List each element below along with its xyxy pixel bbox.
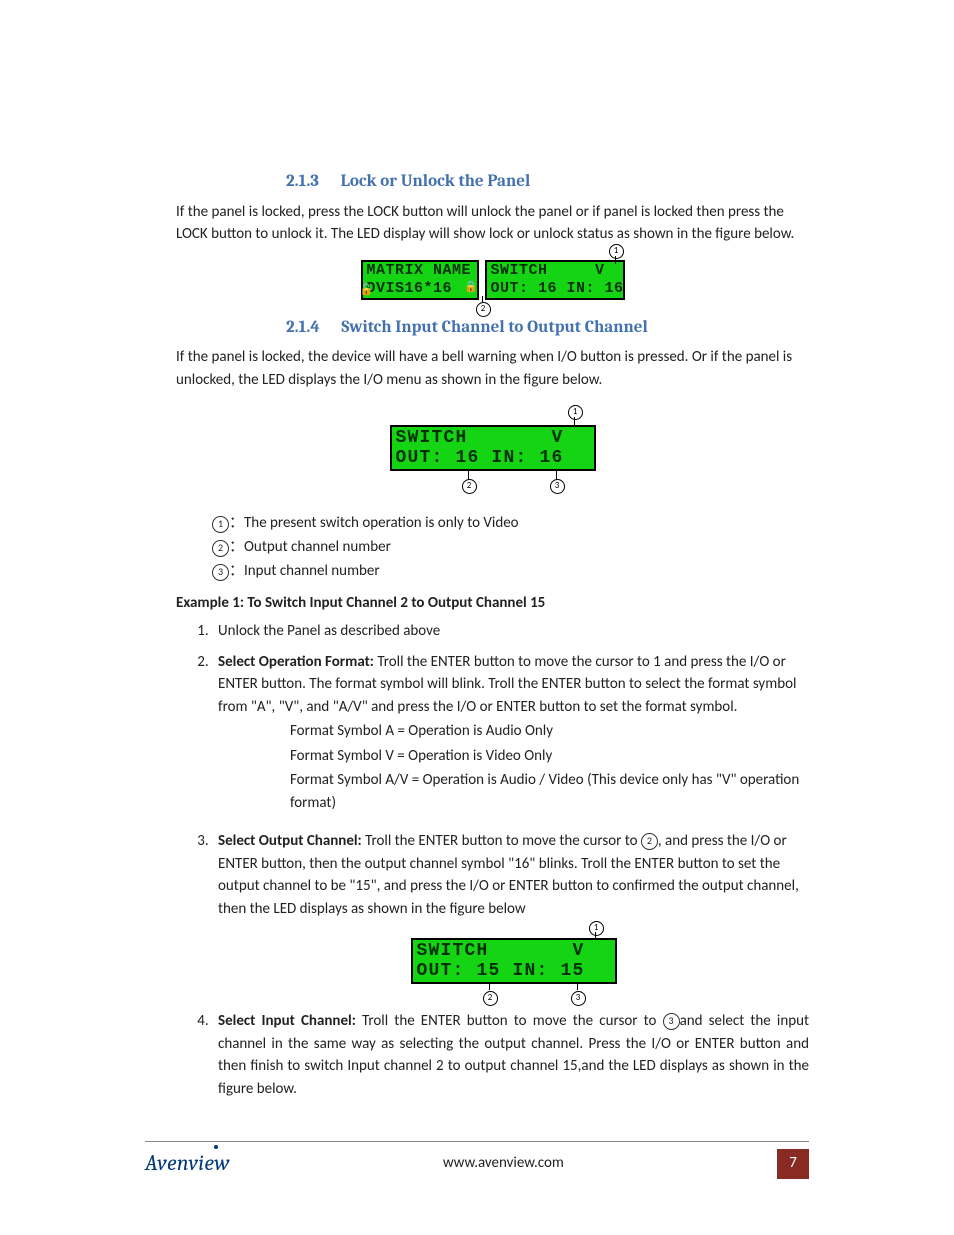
step-3-label: Select Output Channel: bbox=[218, 832, 362, 850]
step-4-label: Select Input Channel: bbox=[218, 1012, 356, 1030]
lcd-switch-big: SWITCH V OUT: 16 IN: 16 bbox=[390, 425, 596, 471]
lcd-matrix: MATRIX NAME DVIS16*16 🔒 🔓 bbox=[361, 260, 479, 300]
heading-213-num: 2.1.3 bbox=[286, 172, 319, 191]
heading-213-title: Lock or Unlock the Panel bbox=[341, 172, 531, 191]
legend-1: 1：The present switch operation is only t… bbox=[212, 513, 809, 535]
steps-list: Unlock the Panel as described above Sele… bbox=[212, 620, 809, 1100]
legend-3: 3：Input channel number bbox=[212, 561, 809, 583]
step-4-pre: Troll the ENTER button to move the curso… bbox=[356, 1012, 663, 1030]
step-1: Unlock the Panel as described above bbox=[212, 620, 809, 643]
fig3-call2: 2 bbox=[483, 991, 498, 1006]
lcd-switch-15-l1: SWITCH V bbox=[415, 941, 613, 961]
logo: Avenview bbox=[145, 1148, 230, 1180]
lcd-switch-small-l1: SWITCH V bbox=[487, 262, 623, 280]
step-3: Select Output Channel: Troll the ENTER b… bbox=[212, 830, 809, 1002]
figure-switch-15: SWITCH V OUT: 15 IN: 15 1 2 3 bbox=[218, 920, 809, 1002]
step-4: Select Input Channel: Troll the ENTER bu… bbox=[212, 1010, 809, 1100]
page: 2.1.3 Lock or Unlock the Panel If the pa… bbox=[0, 0, 954, 1235]
lcd-switch-big-l1: SWITCH V bbox=[394, 428, 592, 448]
figure-switch-16: SWITCH V OUT: 16 IN: 16 1 2 3 bbox=[176, 405, 809, 491]
lcd-matrix-line2: DVIS16*16 bbox=[363, 280, 477, 298]
format-av: Format Symbol A/V = Operation is Audio /… bbox=[290, 769, 809, 814]
heading-214: 2.1.4 Switch Input Channel to Output Cha… bbox=[286, 316, 809, 341]
footer: Avenview www.avenview.com 7 bbox=[145, 1141, 809, 1180]
footer-url: www.avenview.com bbox=[443, 1153, 564, 1175]
lcd-switch-15-l2: OUT: 15 IN: 15 bbox=[415, 961, 613, 981]
fig3-call1: 1 bbox=[589, 921, 604, 936]
step-2-label: Select Operation Format: bbox=[218, 653, 374, 671]
fig1-call1: 1 bbox=[609, 244, 624, 259]
page-number: 7 bbox=[777, 1149, 809, 1179]
step-3-pre: Troll the ENTER button to move the curso… bbox=[362, 832, 641, 850]
heading-214-title: Switch Input Channel to Output Channel bbox=[341, 318, 647, 337]
heading-213: 2.1.3 Lock or Unlock the Panel bbox=[286, 170, 809, 195]
fig2-call1: 1 bbox=[568, 405, 583, 420]
lcd-switch-15: SWITCH V OUT: 15 IN: 15 bbox=[411, 938, 617, 984]
legend-2: 2：Output channel number bbox=[212, 537, 809, 559]
heading-214-num: 2.1.4 bbox=[286, 318, 320, 337]
figure-lock: MATRIX NAME DVIS16*16 🔒 🔓 SWITCH V OUT: … bbox=[176, 260, 809, 300]
fig1-call2: 2 bbox=[476, 302, 491, 317]
fig3-call3: 3 bbox=[571, 991, 586, 1006]
lock-open-icon: 🔓 bbox=[360, 282, 374, 300]
format-a: Format Symbol A = Operation is Audio Onl… bbox=[290, 720, 809, 743]
fig2-call3: 3 bbox=[550, 479, 565, 494]
para-213: If the panel is locked, press the LOCK b… bbox=[176, 201, 809, 246]
lcd-switch-small: SWITCH V OUT: 16 IN: 16 bbox=[485, 260, 625, 300]
step-3-circ: 2 bbox=[641, 833, 658, 850]
lcd-matrix-line1: MATRIX NAME bbox=[363, 262, 477, 280]
para-214: If the panel is locked, the device will … bbox=[176, 346, 809, 391]
lock-closed-icon: 🔒 bbox=[464, 279, 478, 297]
step-2: Select Operation Format: Troll the ENTER… bbox=[212, 651, 809, 815]
fig2-call2: 2 bbox=[462, 479, 477, 494]
step-4-circ: 3 bbox=[663, 1013, 680, 1030]
lcd-switch-small-l2: OUT: 16 IN: 16 bbox=[487, 280, 623, 298]
example-title: Example 1: To Switch Input Channel 2 to … bbox=[176, 593, 809, 615]
legend: 1：The present switch operation is only t… bbox=[212, 513, 809, 582]
format-v: Format Symbol V = Operation is Video Onl… bbox=[290, 745, 809, 768]
lcd-switch-big-l2: OUT: 16 IN: 16 bbox=[394, 448, 592, 468]
